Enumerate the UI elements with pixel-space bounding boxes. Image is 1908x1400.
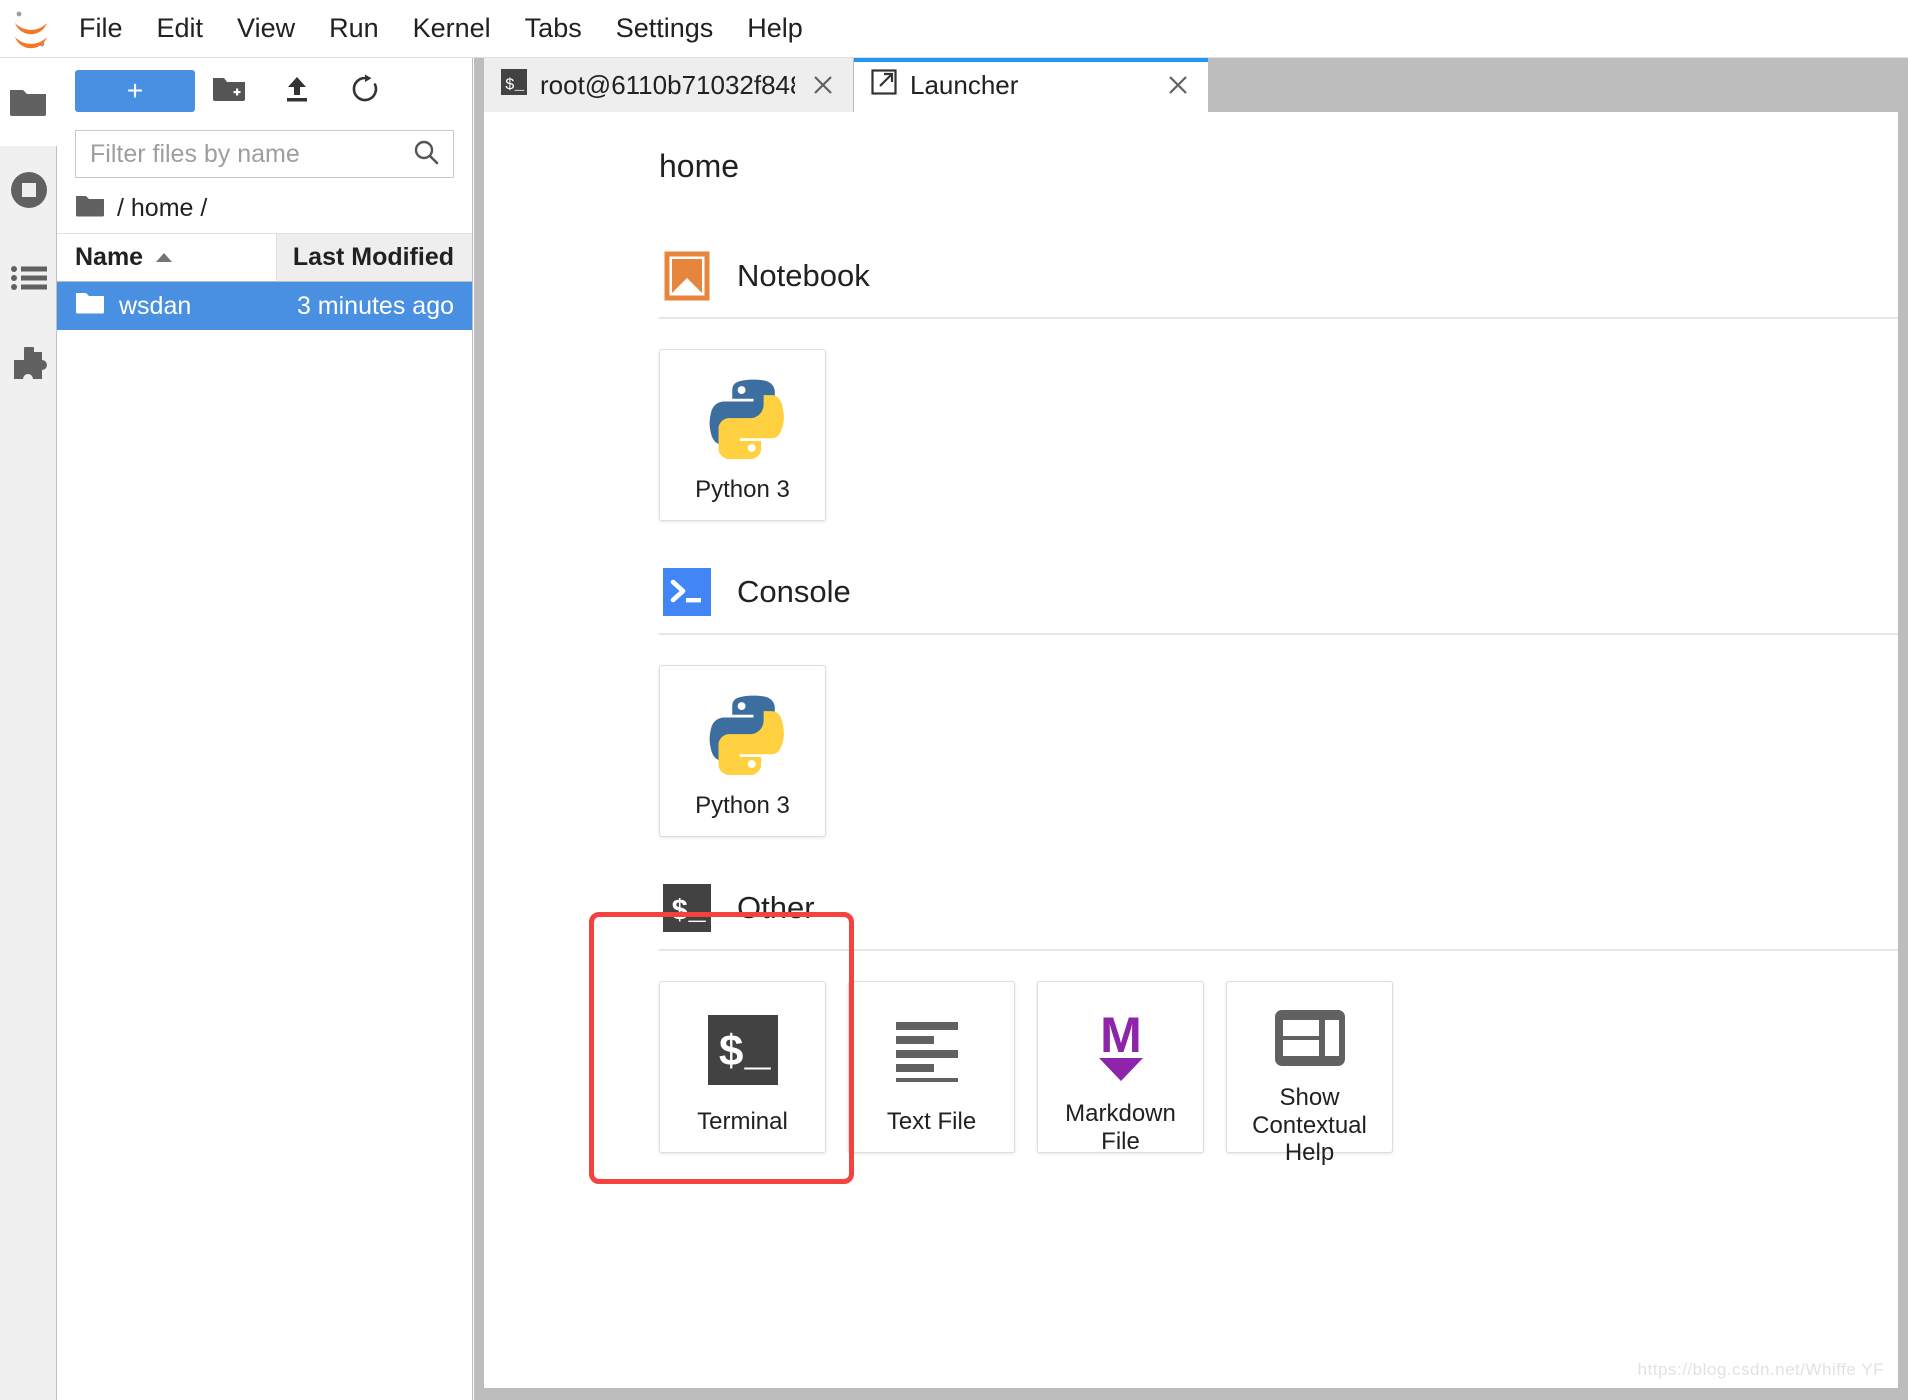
terminal-icon: $_: [659, 880, 715, 936]
section-other-cards: $_ Terminal Text File M Markdown File Sh…: [659, 951, 1898, 1166]
card-label: Python 3: [695, 476, 790, 503]
file-name-label: wsdan: [119, 291, 192, 320]
column-header-name-label: Name: [75, 243, 144, 271]
page-title: home: [659, 148, 740, 184]
text-file-icon: [890, 1008, 974, 1092]
search-input[interactable]: [90, 139, 412, 169]
menu-help[interactable]: Help: [730, 0, 820, 58]
new-folder-button[interactable]: [195, 67, 263, 115]
search-icon[interactable]: [412, 138, 440, 171]
menu-kernel[interactable]: Kernel: [396, 0, 508, 58]
file-browser-panel: + Filter files by name / home / Name Las…: [57, 58, 473, 1400]
folder-icon: [75, 291, 105, 322]
sidebar-item-file-browser[interactable]: [0, 58, 57, 146]
card-label: Markdown File: [1065, 1100, 1176, 1155]
file-browser-toolbar: +: [57, 58, 472, 124]
menu-run[interactable]: Run: [312, 0, 396, 58]
left-sidebar-rail: [0, 58, 57, 1400]
svg-text:$_: $_: [718, 1029, 771, 1079]
close-icon[interactable]: [1162, 69, 1194, 101]
menu-settings[interactable]: Settings: [599, 0, 731, 58]
section-notebook-header: Notebook: [659, 241, 1898, 311]
section-notebook-cards: Python 3: [659, 319, 1898, 521]
console-icon: [659, 564, 715, 620]
list-icon: [10, 263, 48, 293]
terminal-icon: $_: [701, 1008, 785, 1092]
file-last-modified: 3 minutes ago: [296, 291, 454, 320]
contextual-help-icon: [1268, 1008, 1352, 1068]
notebook-bookmark-icon: [659, 248, 715, 304]
card-label: Python 3: [695, 792, 790, 819]
section-console-title: Console: [737, 574, 851, 609]
svg-text:$_: $_: [505, 76, 525, 94]
table-row[interactable]: wsdan 3 minutes ago: [57, 282, 472, 330]
new-launcher-button[interactable]: +: [75, 70, 195, 112]
new-folder-icon: [212, 75, 246, 108]
section-notebook-title: Notebook: [737, 258, 870, 293]
tab-terminal[interactable]: $_ root@6110b71032f848367(: [484, 58, 854, 112]
sidebar-item-extensions[interactable]: [0, 322, 57, 410]
python-icon: [701, 692, 785, 776]
card-terminal[interactable]: $_ Terminal: [659, 981, 826, 1153]
upload-icon: [282, 74, 312, 109]
card-label: Text File: [886, 1108, 977, 1135]
column-header-name[interactable]: Name: [57, 234, 276, 281]
launcher-icon: [870, 68, 898, 103]
section-console-header: Console: [659, 557, 1898, 627]
svg-text:$_: $_: [671, 895, 706, 928]
jupyter-logo: [0, 0, 62, 58]
watermark: https://blog.csdn.net/Whiffe YF: [1637, 1360, 1884, 1379]
file-list: wsdan 3 minutes ago: [57, 282, 472, 1400]
breadcrumb-path[interactable]: / home /: [117, 194, 207, 223]
card-console-python3[interactable]: Python 3: [659, 665, 826, 837]
launcher-content: home Notebook Python 3 Console Python 3 …: [484, 112, 1898, 1388]
refresh-button[interactable]: [331, 67, 399, 115]
sort-ascending-icon: [153, 243, 175, 272]
menu-tabs[interactable]: Tabs: [508, 0, 599, 58]
sidebar-item-running-kernels[interactable]: [0, 146, 57, 234]
card-notebook-python3[interactable]: Python 3: [659, 349, 826, 521]
refresh-icon: [350, 74, 380, 109]
breadcrumb[interactable]: / home /: [57, 184, 472, 234]
svg-text:M: M: [1100, 1008, 1142, 1063]
filter-files-field[interactable]: [75, 130, 454, 178]
python-icon: [701, 376, 785, 460]
tab-launcher-label: Launcher: [910, 69, 1019, 100]
upload-button[interactable]: [263, 67, 331, 115]
markdown-icon: M: [1079, 1008, 1163, 1084]
card-contextual-help[interactable]: Show Contextual Help: [1226, 981, 1393, 1166]
menu-bar: File Edit View Run Kernel Tabs Settings …: [0, 0, 1908, 58]
folder-icon: [75, 194, 105, 223]
sidebar-item-commands[interactable]: [0, 234, 57, 322]
stop-circle-icon: [9, 170, 49, 210]
section-other-header: $_ Other: [659, 873, 1898, 943]
card-label: Show Contextual Help: [1252, 1084, 1367, 1167]
card-markdown-file[interactable]: M Markdown File: [1037, 981, 1204, 1155]
section-notebook: Notebook Python 3: [659, 241, 1898, 521]
tab-launcher[interactable]: Launcher: [854, 58, 1209, 112]
section-other: $_ Other $_ Terminal Text File M Markdow…: [659, 873, 1898, 1166]
tab-bar: $_ root@6110b71032f848367(: [484, 58, 1898, 112]
menu-view[interactable]: View: [220, 0, 312, 58]
puzzle-icon: [9, 347, 49, 385]
menu-edit[interactable]: Edit: [140, 0, 221, 58]
file-list-header: Name Last Modified: [57, 234, 472, 282]
jupyterlab-window: File Edit View Run Kernel Tabs Settings …: [0, 0, 1908, 1400]
folder-icon: [8, 86, 48, 118]
card-label: Terminal: [697, 1108, 788, 1135]
close-icon[interactable]: [807, 69, 839, 101]
column-header-last-modified[interactable]: Last Modified: [276, 234, 472, 281]
section-console-cards: Python 3: [659, 635, 1898, 837]
file-row-name: wsdan: [57, 291, 276, 322]
section-other-title: Other: [737, 890, 815, 925]
card-text-file[interactable]: Text File: [848, 981, 1015, 1153]
section-console: Console Python 3: [659, 557, 1898, 837]
menu-file[interactable]: File: [62, 0, 140, 58]
terminal-icon: $_: [500, 68, 528, 103]
tab-terminal-label: root@6110b71032f848367(: [540, 69, 795, 100]
launcher-panel: home Notebook Python 3 Console Python 3 …: [484, 112, 1898, 1388]
main-dock-area: $_ root@6110b71032f848367(: [474, 58, 1908, 1400]
